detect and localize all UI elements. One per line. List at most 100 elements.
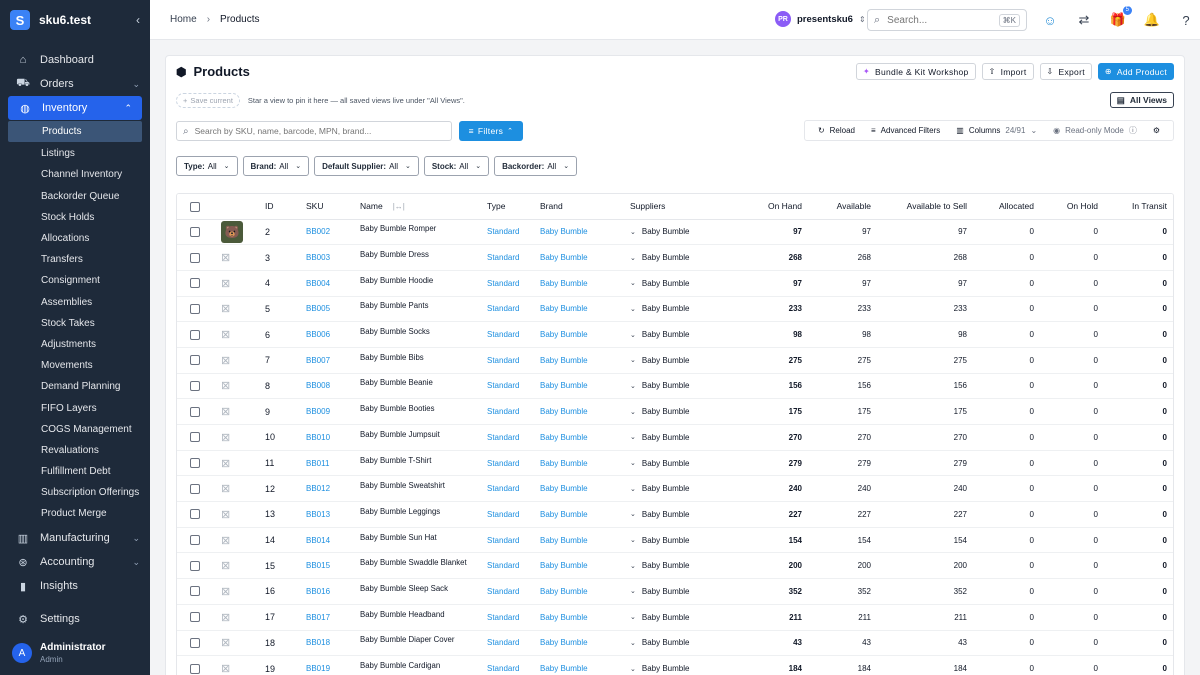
sku-link[interactable]: BB019 — [306, 655, 360, 675]
table-row[interactable]: ⊠ 9 BB009 Baby Bumble Booties Standard Baby B… — [177, 398, 1173, 425]
suppliers-cell[interactable]: ⌄ Baby Bumble — [630, 578, 742, 605]
gift-icon[interactable]: 🎁 5 — [1108, 6, 1132, 30]
chevron-down-icon[interactable]: ⌄ — [630, 665, 636, 673]
select-all-checkbox[interactable] — [190, 201, 200, 212]
global-search[interactable]: ⌕ ⌘K — [867, 9, 1027, 31]
row-checkbox-cell[interactable] — [177, 373, 213, 400]
sku-link[interactable]: BB005 — [306, 296, 360, 323]
suppliers-cell[interactable]: ⌄ Baby Bumble — [630, 373, 742, 400]
chevron-down-icon[interactable]: ⌄ — [630, 433, 636, 441]
brand-link[interactable]: Baby Bumble — [540, 347, 630, 374]
bell-icon[interactable]: 🔔 — [1142, 10, 1162, 30]
sidebar-item-manufacturing[interactable]: ▥ Manufacturing ⌄ — [0, 526, 150, 550]
column-header-id[interactable]: ID — [265, 194, 306, 220]
row-checkbox[interactable] — [190, 586, 200, 597]
sidebar-item-orders[interactable]: ⛟ Orders ⌄ — [0, 72, 150, 96]
table-row[interactable]: ⊠ 17 BB017 Baby Bumble Headband Standard Baby… — [177, 604, 1173, 631]
brand-link[interactable]: Baby Bumble — [540, 655, 630, 675]
filters-button[interactable]: ≡ Filters ⌃ — [459, 121, 523, 141]
row-checkbox[interactable] — [190, 406, 200, 417]
brand-link[interactable]: Baby Bumble — [540, 373, 630, 400]
row-checkbox[interactable] — [190, 560, 200, 571]
row-checkbox-cell[interactable] — [177, 450, 213, 477]
sidebar-subitem-transfers[interactable]: Transfers — [0, 249, 150, 270]
sku-link[interactable]: BB008 — [306, 373, 360, 400]
sidebar-item-inventory[interactable]: ◍ Inventory ⌃ — [8, 96, 142, 120]
brand-link[interactable]: Baby Bumble — [540, 244, 630, 271]
sku-link[interactable]: BB007 — [306, 347, 360, 374]
column-header-available-to-sell[interactable]: Available to Sell — [879, 194, 975, 220]
bundle-kit-workshop-button[interactable]: ✦ Bundle & Kit Workshop — [856, 63, 976, 80]
chevron-down-icon[interactable]: ⌄ — [630, 408, 636, 416]
table-row[interactable]: ⊠ 13 BB013 Baby Bumble Leggings Standard Baby… — [177, 501, 1173, 528]
table-row[interactable]: 🐻 2 BB002 Baby Bumble Romper Standard Baby Bu… — [177, 219, 1173, 246]
collapse-sidebar-icon[interactable]: ‹ — [136, 13, 140, 27]
column-header-in-transit[interactable]: In Transit — [1106, 194, 1173, 220]
filter-chip-brand[interactable]: Brand: All ⌄ — [242, 156, 310, 176]
table-row[interactable]: ⊠ 4 BB004 Baby Bumble Hoodie Standard Baby Bu… — [177, 270, 1173, 297]
sku-link[interactable]: BB004 — [306, 270, 360, 297]
suppliers-cell[interactable]: ⌄ Baby Bumble — [630, 501, 742, 528]
chevron-down-icon[interactable]: ⌄ — [630, 587, 636, 595]
brand-link[interactable]: Baby Bumble — [540, 398, 630, 425]
select-all-checkbox-cell[interactable] — [177, 194, 213, 220]
table-row[interactable]: ⊠ 3 BB003 Baby Bumble Dress Standard Baby Bum… — [177, 244, 1173, 271]
sidebar-subitem-demand-planning[interactable]: Demand Planning — [0, 376, 150, 397]
row-checkbox-cell[interactable] — [177, 347, 213, 374]
table-row[interactable]: ⊠ 15 BB015 Baby Bumble Swaddle Blanket Stand… — [177, 552, 1173, 580]
sku-link[interactable]: BB006 — [306, 321, 360, 348]
settings-gear-icon[interactable]: ⚙ — [1145, 126, 1168, 135]
chevron-down-icon[interactable]: ⌄ — [630, 510, 636, 518]
product-search-input[interactable] — [194, 126, 445, 136]
suppliers-cell[interactable]: ⌄ Baby Bumble — [630, 630, 742, 657]
suppliers-cell[interactable]: ⌄ Baby Bumble — [630, 655, 742, 675]
sidebar-subitem-assemblies[interactable]: Assemblies — [0, 292, 150, 313]
name-cell[interactable]: Baby Bumble Romper — [360, 219, 487, 246]
name-cell[interactable]: Baby Bumble T-Shirt — [360, 450, 487, 477]
sku-link[interactable]: BB011 — [306, 450, 360, 477]
row-checkbox-cell[interactable] — [177, 501, 213, 528]
column-header-name[interactable]: Name |↔| — [360, 194, 487, 220]
suppliers-cell[interactable]: ⌄ Baby Bumble — [630, 244, 742, 271]
type-link[interactable]: Standard — [487, 552, 540, 580]
read-only-mode-toggle[interactable]: ◉ Read-only Mode ⓘ — [1045, 125, 1145, 136]
sidebar-subitem-subscription-offerings[interactable]: Subscription Offerings — [0, 482, 150, 503]
row-checkbox-cell[interactable] — [177, 219, 213, 246]
row-checkbox-cell[interactable] — [177, 475, 213, 503]
type-link[interactable]: Standard — [487, 450, 540, 477]
column-resize-icon[interactable]: |↔| — [393, 202, 405, 211]
sku-link[interactable]: BB018 — [306, 630, 360, 657]
type-link[interactable]: Standard — [487, 270, 540, 297]
chevron-down-icon[interactable]: ⌄ — [630, 536, 636, 544]
column-header-allocated[interactable]: Allocated — [975, 194, 1042, 220]
type-link[interactable]: Standard — [487, 296, 540, 323]
columns-button[interactable]: ▥ Columns 24/91 ⌄ — [948, 126, 1045, 135]
name-cell[interactable]: Baby Bumble Pants — [360, 296, 487, 323]
sku-link[interactable]: BB012 — [306, 475, 360, 503]
advanced-filters-button[interactable]: ≡ Advanced Filters — [863, 126, 948, 135]
chevron-down-icon[interactable]: ⌄ — [630, 331, 636, 339]
name-cell[interactable]: Baby Bumble Booties — [360, 398, 487, 425]
type-link[interactable]: Standard — [487, 527, 540, 554]
sku-link[interactable]: BB003 — [306, 244, 360, 271]
name-cell[interactable]: Baby Bumble Headband — [360, 604, 487, 631]
chevron-down-icon[interactable]: ⌄ — [630, 639, 636, 647]
name-cell[interactable]: Baby Bumble Jumpsuit — [360, 424, 487, 451]
sku-link[interactable]: BB014 — [306, 527, 360, 554]
add-product-button[interactable]: ⊕ Add Product — [1097, 63, 1174, 80]
table-row[interactable]: ⊠ 12 BB012 Baby Bumble Sweatshirt Standard Ba… — [177, 475, 1173, 503]
table-row[interactable]: ⊠ 8 BB008 Baby Bumble Beanie Standard Baby Bu… — [177, 373, 1173, 400]
row-checkbox-cell[interactable] — [177, 244, 213, 271]
row-checkbox[interactable] — [190, 355, 200, 366]
row-checkbox-cell[interactable] — [177, 321, 213, 348]
chevron-down-icon[interactable]: ⌄ — [630, 305, 636, 313]
chevron-down-icon[interactable]: ⌄ — [630, 228, 636, 236]
site-name[interactable]: sku6.test — [39, 13, 136, 27]
table-row[interactable]: ⊠ 11 BB011 Baby Bumble T-Shirt Standard Baby … — [177, 450, 1173, 477]
table-row[interactable]: ⊠ 10 BB010 Baby Bumble Jumpsuit Standard Baby… — [177, 424, 1173, 451]
row-checkbox[interactable] — [190, 432, 200, 443]
brand-link[interactable]: Baby Bumble — [540, 630, 630, 657]
brand-link[interactable]: Baby Bumble — [540, 475, 630, 503]
row-checkbox-cell[interactable] — [177, 527, 213, 554]
sku-link[interactable]: BB009 — [306, 398, 360, 425]
